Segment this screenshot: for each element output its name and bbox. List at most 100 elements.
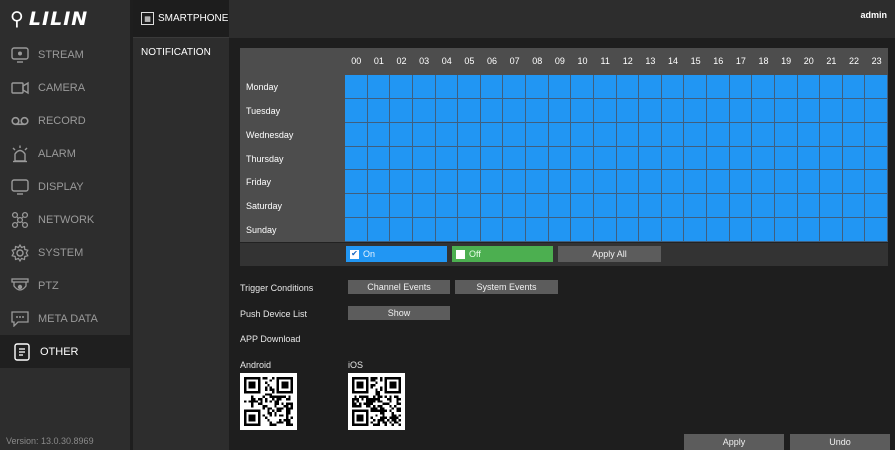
schedule-cell[interactable] [571,75,594,99]
submenu-item-notification[interactable]: NOTIFICATION [133,38,229,67]
schedule-cell[interactable] [820,218,843,242]
schedule-cell[interactable] [390,98,413,123]
submenu-item-smartphone[interactable]: ▦ SMARTPHONE [133,0,229,38]
schedule-cell[interactable] [435,170,459,195]
schedule-cell[interactable] [435,194,459,219]
schedule-cell[interactable] [435,98,459,123]
schedule-cell[interactable] [367,170,391,195]
schedule-cell[interactable] [684,122,707,147]
schedule-cell[interactable] [593,98,617,123]
sidebar-item-ptz[interactable]: PTZ [0,269,130,302]
schedule-cell[interactable] [593,218,617,242]
schedule-cell[interactable] [503,194,526,219]
schedule-cell[interactable] [842,170,866,195]
schedule-cell[interactable] [842,194,866,219]
schedule-cell[interactable] [797,146,821,171]
schedule-cell[interactable] [774,218,798,242]
sidebar-item-display[interactable]: DISPLAY [0,170,130,203]
schedule-cell[interactable] [820,146,843,171]
schedule-cell[interactable] [503,122,526,147]
schedule-cell[interactable] [458,194,481,219]
schedule-cell[interactable] [820,75,843,99]
schedule-cell[interactable] [752,75,775,99]
user-name[interactable]: admin [860,10,887,20]
schedule-cell[interactable] [593,194,617,219]
schedule-cell[interactable] [345,75,368,99]
schedule-cell[interactable] [865,218,888,242]
schedule-cell[interactable] [480,170,504,195]
schedule-cell[interactable] [820,98,843,123]
schedule-cell[interactable] [820,170,843,195]
schedule-cell[interactable] [865,194,888,219]
schedule-cell[interactable] [390,194,413,219]
schedule-cell[interactable] [526,122,549,147]
schedule-cell[interactable] [593,170,617,195]
schedule-cell[interactable] [729,194,753,219]
schedule-cell[interactable] [774,146,798,171]
schedule-cell[interactable] [345,98,368,123]
schedule-cell[interactable] [661,170,685,195]
schedule-cell[interactable] [616,75,640,99]
schedule-cell[interactable] [412,98,436,123]
schedule-cell[interactable] [865,75,888,99]
schedule-grid[interactable] [345,75,888,242]
schedule-cell[interactable] [707,194,730,219]
schedule-cell[interactable] [571,218,594,242]
schedule-cell[interactable] [412,218,436,242]
schedule-cell[interactable] [503,75,526,99]
schedule-cell[interactable] [661,98,685,123]
schedule-cell[interactable] [548,194,572,219]
schedule-cell[interactable] [820,194,843,219]
schedule-cell[interactable] [684,146,707,171]
schedule-cell[interactable] [548,170,572,195]
schedule-cell[interactable] [729,170,753,195]
schedule-cell[interactable] [774,98,798,123]
schedule-cell[interactable] [480,146,504,171]
schedule-cell[interactable] [752,122,775,147]
schedule-cell[interactable] [435,218,459,242]
schedule-cell[interactable] [367,122,391,147]
schedule-cell[interactable] [458,170,481,195]
undo-button[interactable]: Undo [790,434,890,450]
schedule-cell[interactable] [842,218,866,242]
schedule-cell[interactable] [774,194,798,219]
schedule-cell[interactable] [367,75,391,99]
schedule-cell[interactable] [616,170,640,195]
sidebar-item-alarm[interactable]: ALARM [0,137,130,170]
schedule-cell[interactable] [367,218,391,242]
schedule-cell[interactable] [661,75,685,99]
schedule-cell[interactable] [842,75,866,99]
schedule-cell[interactable] [367,98,391,123]
schedule-cell[interactable] [729,75,753,99]
schedule-cell[interactable] [571,98,594,123]
schedule-cell[interactable] [548,98,572,123]
schedule-cell[interactable] [480,75,504,99]
apply-button[interactable]: Apply [684,434,784,450]
schedule-cell[interactable] [548,218,572,242]
schedule-cell[interactable] [458,218,481,242]
show-devices-button[interactable]: Show [348,306,450,320]
schedule-cell[interactable] [390,122,413,147]
schedule-cell[interactable] [797,218,821,242]
schedule-cell[interactable] [729,98,753,123]
schedule-cell[interactable] [661,122,685,147]
schedule-cell[interactable] [752,194,775,219]
schedule-cell[interactable] [526,146,549,171]
schedule-cell[interactable] [639,170,662,195]
schedule-cell[interactable] [707,75,730,99]
sidebar-item-record[interactable]: RECORD [0,104,130,137]
schedule-cell[interactable] [842,98,866,123]
schedule-cell[interactable] [526,98,549,123]
schedule-cell[interactable] [865,98,888,123]
schedule-cell[interactable] [458,146,481,171]
sidebar-item-meta-data[interactable]: META DATA [0,302,130,335]
schedule-cell[interactable] [503,170,526,195]
sidebar-item-network[interactable]: NETWORK [0,203,130,236]
schedule-cell[interactable] [752,218,775,242]
schedule-cell[interactable] [390,170,413,195]
schedule-cell[interactable] [616,98,640,123]
schedule-cell[interactable] [774,75,798,99]
schedule-cell[interactable] [820,122,843,147]
schedule-cell[interactable] [367,146,391,171]
schedule-cell[interactable] [412,75,436,99]
